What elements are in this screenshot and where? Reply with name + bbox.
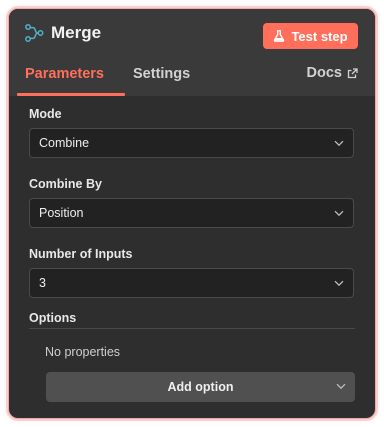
combine-by-label: Combine By <box>29 177 102 191</box>
node-panel: Merge Test step Parameters Settings Docs <box>8 8 376 419</box>
panel-header: Merge Test step Parameters Settings Docs <box>9 9 375 96</box>
merge-icon <box>25 24 44 42</box>
options-label: Options <box>29 311 77 325</box>
combine-by-select[interactable]: Position <box>29 198 354 228</box>
options-divider <box>29 328 355 329</box>
flask-icon <box>274 30 285 42</box>
tab-settings[interactable]: Settings <box>133 65 190 83</box>
add-option-label: Add option <box>167 380 234 394</box>
no-properties-text: No properties <box>45 345 121 359</box>
chevron-down-icon <box>334 280 344 287</box>
title-row: Merge Test step <box>9 9 375 61</box>
chevron-down-icon <box>334 140 344 147</box>
test-step-label: Test step <box>291 28 348 44</box>
number-of-inputs-value: 3 <box>39 276 46 290</box>
chevron-down-icon <box>336 383 346 390</box>
mode-value: Combine <box>39 136 90 150</box>
number-of-inputs-select[interactable]: 3 <box>29 268 354 298</box>
mode-select[interactable]: Combine <box>29 128 354 158</box>
active-tab-indicator <box>17 93 125 96</box>
tab-parameters[interactable]: Parameters <box>25 65 104 83</box>
test-step-button[interactable]: Test step <box>263 23 358 49</box>
add-option-dropdown[interactable]: Add option <box>46 372 355 402</box>
tab-bar: Parameters Settings Docs <box>9 61 375 96</box>
mode-label: Mode <box>29 107 62 121</box>
docs-label: Docs <box>306 65 342 81</box>
number-of-inputs-label: Number of Inputs <box>29 247 133 261</box>
node-title: Merge <box>51 23 102 42</box>
external-link-icon <box>347 67 358 78</box>
docs-link[interactable]: Docs <box>307 65 358 81</box>
chevron-down-icon <box>334 210 344 217</box>
combine-by-value: Position <box>39 206 84 220</box>
